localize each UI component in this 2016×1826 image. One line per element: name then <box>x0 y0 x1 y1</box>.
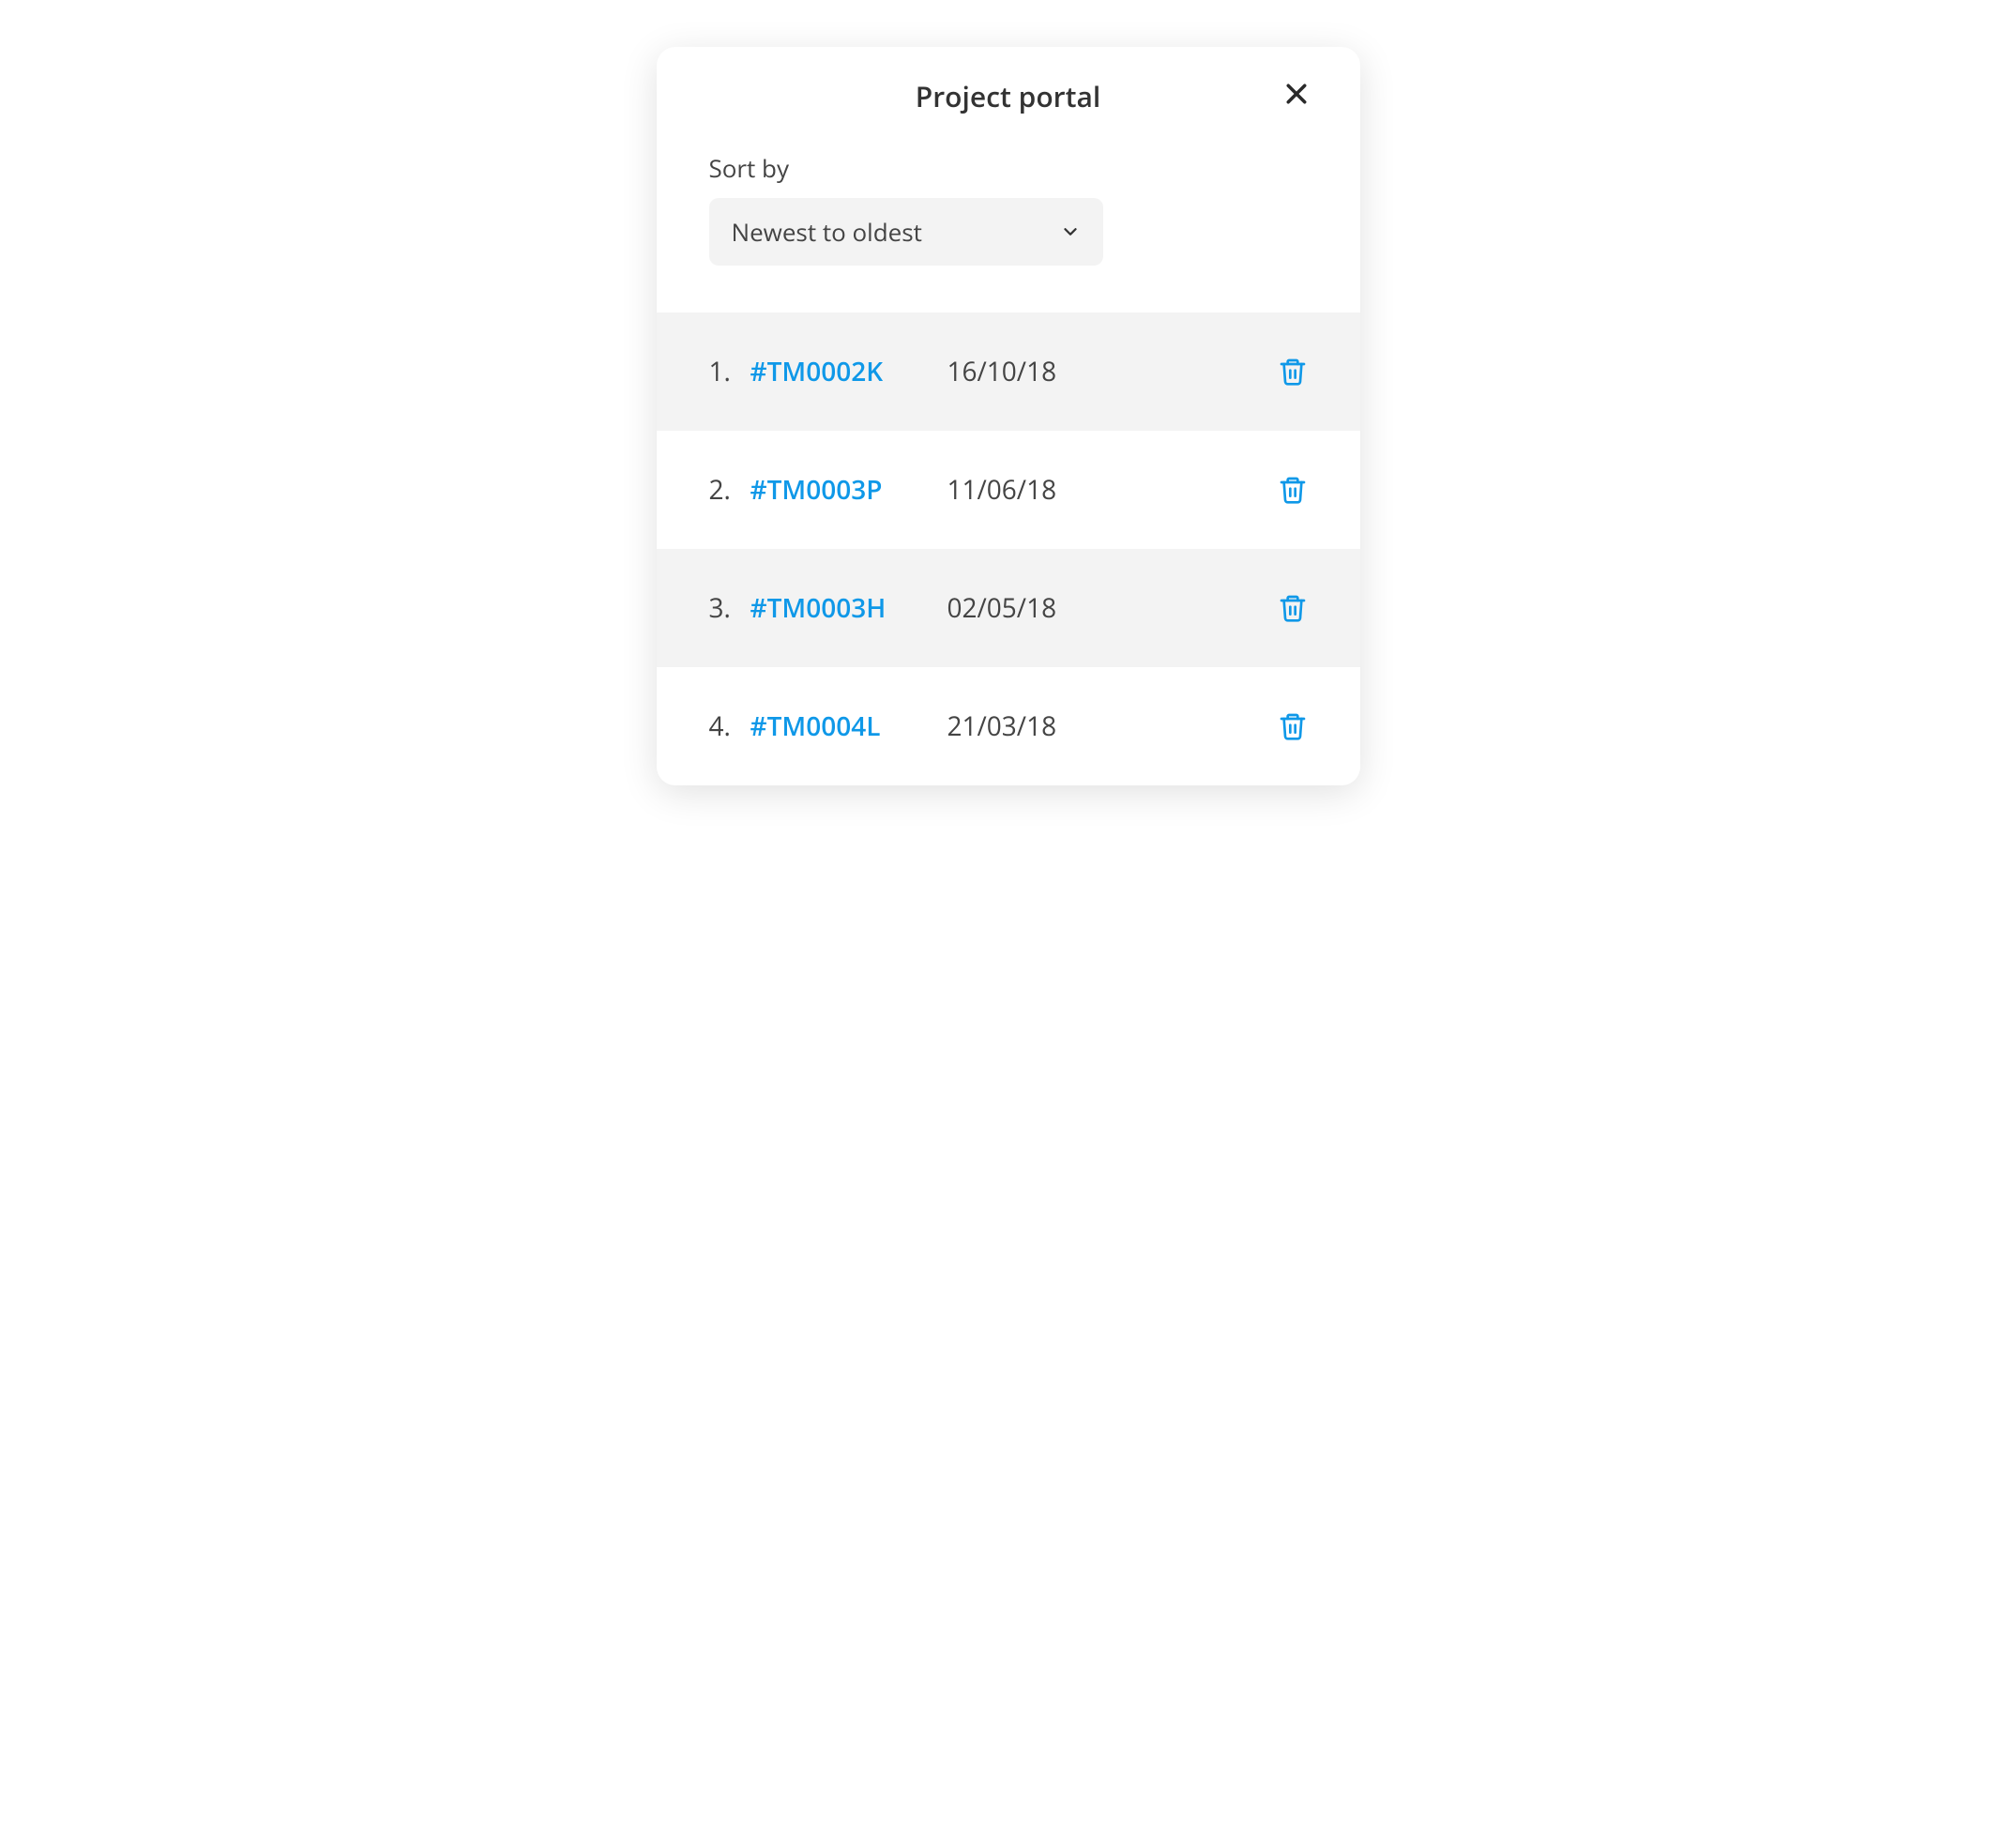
row-index: 1. <box>709 354 750 389</box>
row-date: 11/06/18 <box>947 472 1278 508</box>
project-portal-modal: Project portal Sort by Newest to oldest … <box>657 47 1360 785</box>
chevron-down-icon <box>1060 221 1081 242</box>
trash-icon <box>1278 709 1308 743</box>
close-button[interactable] <box>1280 77 1313 111</box>
modal-title: Project portal <box>916 77 1100 115</box>
list-item: 4. #TM0004L 21/03/18 <box>657 667 1360 785</box>
row-code-link[interactable]: #TM0003P <box>750 472 947 508</box>
project-list: 1. #TM0002K 16/10/18 2. #TM0003P 11/06/1… <box>657 312 1360 785</box>
trash-icon <box>1278 473 1308 507</box>
row-date: 16/10/18 <box>947 354 1278 389</box>
list-item: 1. #TM0002K 16/10/18 <box>657 312 1360 431</box>
list-item: 3. #TM0003H 02/05/18 <box>657 549 1360 667</box>
trash-icon <box>1278 591 1308 625</box>
row-date: 02/05/18 <box>947 590 1278 626</box>
row-index: 2. <box>709 472 750 508</box>
modal-header: Project portal <box>657 47 1360 125</box>
row-index: 3. <box>709 590 750 626</box>
row-code-link[interactable]: #TM0004L <box>750 708 947 744</box>
row-code-link[interactable]: #TM0002K <box>750 354 947 389</box>
delete-button[interactable] <box>1278 591 1308 625</box>
sort-select[interactable]: Newest to oldest <box>709 198 1103 266</box>
row-code-link[interactable]: #TM0003H <box>750 590 947 626</box>
sort-section: Sort by Newest to oldest <box>657 125 1360 312</box>
delete-button[interactable] <box>1278 473 1308 507</box>
list-item: 2. #TM0003P 11/06/18 <box>657 431 1360 549</box>
row-date: 21/03/18 <box>947 708 1278 744</box>
sort-label: Sort by <box>709 151 1308 185</box>
delete-button[interactable] <box>1278 355 1308 388</box>
trash-icon <box>1278 355 1308 388</box>
sort-select-value: Newest to oldest <box>732 215 922 249</box>
row-index: 4. <box>709 708 750 744</box>
close-icon <box>1282 80 1311 108</box>
delete-button[interactable] <box>1278 709 1308 743</box>
